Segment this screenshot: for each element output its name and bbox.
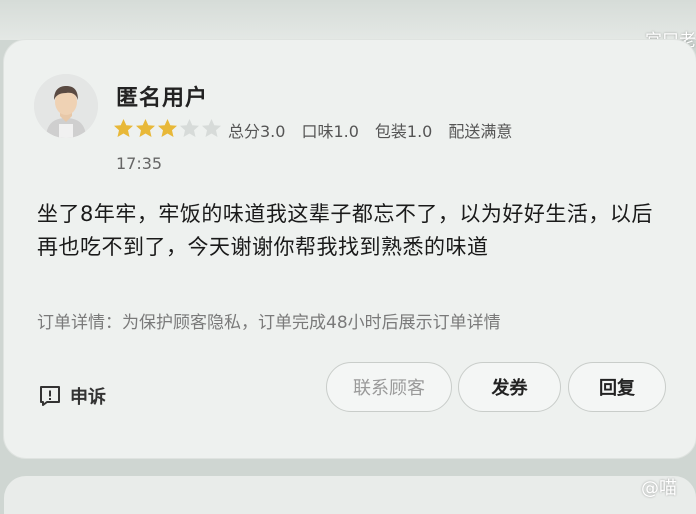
issue-coupon-button[interactable]: 发券: [458, 362, 561, 412]
contact-customer-button[interactable]: 联系顾客: [326, 362, 452, 412]
exclamation-square-icon: [40, 386, 60, 406]
star-empty-icon: [202, 119, 221, 137]
review-text: 坐了8年牢，牢饭的味道我这辈子都忘不了，以为好好生活，以后再也吃不到了，今天谢谢…: [37, 202, 653, 259]
star-empty-icon: [180, 119, 199, 137]
default-user-avatar-icon: [34, 74, 98, 138]
star-filled-icon: [114, 119, 133, 137]
next-review-card: [4, 476, 696, 514]
score-package: 包装1.0: [374, 122, 433, 141]
score-total: 总分3.0: [228, 122, 286, 141]
reply-button[interactable]: 回复: [568, 362, 666, 412]
score-delivery: 配送满意: [448, 122, 513, 141]
watermark-bottom: @喵: [641, 478, 677, 499]
order-detail-note: 订单详情：为保护顾客隐私，订单完成48小时后展示订单详情: [37, 313, 501, 333]
star-filled-icon: [136, 119, 155, 137]
appeal-button[interactable]: 申诉: [38, 383, 106, 409]
review-username: 匿名用户: [116, 86, 209, 111]
review-time: 17:35: [116, 154, 163, 173]
star-filled-icon: [158, 119, 177, 137]
user-avatar: [34, 74, 98, 138]
background-top: [0, 0, 696, 40]
rating-scores: 总分3.0 口味1.0 包装1.0 配送满意: [228, 118, 512, 142]
appeal-label: 申诉: [70, 387, 106, 408]
rating-stars: [113, 118, 222, 138]
score-taste: 口味1.0: [301, 122, 359, 141]
